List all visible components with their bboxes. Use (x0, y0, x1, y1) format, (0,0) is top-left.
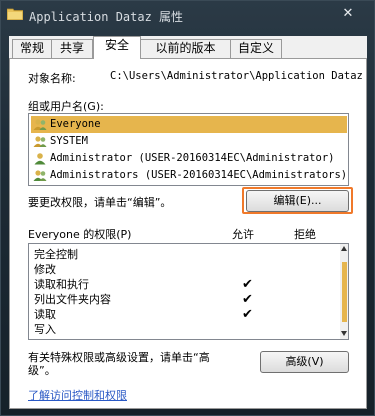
permission-row: 读取和执行 ✔ (31, 277, 331, 292)
permissions-header: Everyone 的权限(P) (28, 228, 132, 241)
users-group-icon (33, 136, 47, 147)
tab-sharing[interactable]: 共享 (51, 39, 93, 58)
close-button[interactable]: ✕ (331, 4, 365, 24)
allow-check-icon: ✔ (242, 292, 253, 307)
tab-strip: 常规 共享 安全 以前的版本 自定义 (9, 36, 367, 59)
permission-row: 完全控制 (31, 247, 331, 262)
allow-check-icon: ✔ (242, 307, 253, 322)
user-name: Administrator (USER-20160314EC\Administr… (50, 152, 335, 164)
user-name: SYSTEM (50, 135, 88, 147)
permissions-scrollbar[interactable] (340, 244, 348, 339)
permission-name: 读取 (34, 308, 56, 321)
tab-customize[interactable]: 自定义 (230, 39, 282, 58)
scroll-thumb[interactable] (342, 262, 347, 322)
group-user-label: 组或用户名(G): (28, 100, 104, 113)
security-panel: 对象名称: C:\Users\Administrator\Application… (9, 58, 367, 409)
window-title: Application Dataz 属性 (29, 10, 184, 24)
permission-row: 列出文件夹内容 ✔ (31, 292, 331, 307)
scroll-up-icon[interactable] (341, 246, 347, 251)
edit-button[interactable]: 编辑(E)... (246, 190, 349, 212)
tab-security[interactable]: 安全 (93, 36, 141, 59)
special-permissions-hint-2: 级”。 (28, 364, 56, 377)
tab-previous-versions[interactable]: 以前的版本 (140, 39, 231, 58)
users-group-icon (33, 119, 47, 130)
change-permissions-hint: 要更改权限，请单击“编辑”。 (28, 196, 172, 209)
list-item[interactable]: Everyone (31, 116, 347, 133)
permission-name: 完全控制 (34, 248, 78, 261)
list-item[interactable]: Administrator (USER-20160314EC\Administr… (31, 150, 347, 167)
object-name-label: 对象名称: (28, 72, 76, 85)
advanced-button[interactable]: 高级(V) (260, 351, 349, 373)
permission-name: 修改 (34, 263, 56, 276)
allow-check-icon: ✔ (242, 277, 253, 292)
user-icon (34, 153, 46, 165)
object-name-value: C:\Users\Administrator\Application Dataz (110, 70, 363, 82)
list-item[interactable]: Administrators (USER-20160314EC\Administ… (31, 167, 347, 184)
user-list[interactable]: Everyone SYSTEM Administrator (USER-2016… (28, 113, 349, 186)
window-frame: Application Dataz 属性 ✕ 常规 共享 安全 以前的版本 自定… (0, 0, 375, 416)
user-name: Administrators (USER-20160314EC\Administ… (50, 169, 348, 181)
permission-row: 读取 ✔ (31, 307, 331, 322)
permission-name: 读取和执行 (34, 278, 89, 291)
list-item[interactable]: SYSTEM (31, 133, 347, 150)
permission-row: 写入 (31, 322, 331, 337)
permissions-list[interactable]: 完全控制 修改 读取和执行 ✔ 列出文件夹内容 ✔ 读取 ✔ 写入 (28, 243, 349, 340)
properties-dialog: 常规 共享 安全 以前的版本 自定义 对象名称: C:\Users\Admini… (9, 36, 367, 409)
tab-general[interactable]: 常规 (12, 39, 52, 58)
permission-row: 修改 (31, 262, 331, 277)
user-name: Everyone (50, 118, 101, 130)
access-control-link[interactable]: 了解访问控制和权限 (28, 387, 127, 403)
deny-header: 拒绝 (294, 228, 316, 241)
allow-header: 允许 (232, 228, 254, 241)
permission-name: 写入 (34, 323, 56, 336)
folder-icon (7, 8, 23, 20)
permission-name: 列出文件夹内容 (34, 293, 111, 306)
scroll-down-icon[interactable] (341, 331, 347, 336)
users-group-icon (33, 170, 47, 181)
